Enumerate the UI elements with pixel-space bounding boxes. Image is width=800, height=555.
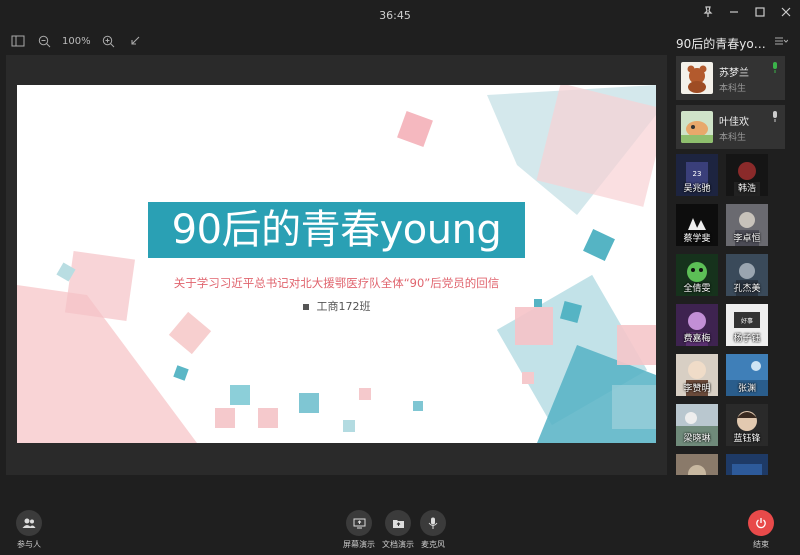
shrink-icon[interactable] [127, 33, 143, 49]
close-icon[interactable] [778, 4, 794, 20]
document-share-icon [385, 510, 411, 536]
slide-title: 90后的青春young [148, 202, 525, 258]
title-bar: 36:45 [0, 0, 800, 30]
bullet-square-icon [302, 304, 309, 310]
participant-name: 李卓恒 [733, 234, 761, 244]
participant-tile[interactable]: 全倩雯 [676, 254, 718, 296]
mic-icon [771, 111, 779, 126]
maximize-icon[interactable] [752, 4, 768, 20]
mic-active-icon [771, 62, 779, 77]
minimize-icon[interactable] [726, 4, 742, 20]
control-bar: 参与人 屏幕演示 文档演示 麦克风 结束 [0, 500, 800, 555]
participant-tile[interactable]: 好事 杨子钰 [726, 304, 768, 346]
screen-share-label: 屏幕演示 [343, 540, 375, 549]
participant-tile[interactable]: 李赞明 [676, 354, 718, 396]
presentation-stage: 90后的青春young 关于学习习近平总书记对北大援鄂医疗队全体“90”后党员的… [6, 55, 667, 475]
participant-grid: 23 吴兆驰 韩浩 蔡学斐 李卓恒 全倩雯 孔杰美 费嘉梅 好事杨子钰 李赞明 张… [676, 154, 800, 475]
screen-share-icon [346, 510, 372, 536]
participant-tile[interactable]: 蔡学斐 [676, 204, 718, 246]
speaker-name: 苏梦兰 [719, 68, 749, 79]
speaker-role: 本科生 [719, 84, 747, 94]
speaker-role: 本科生 [719, 133, 747, 143]
participant-tile[interactable]: 韩浩 [726, 154, 768, 196]
microphone-button[interactable]: 麦克风 [420, 510, 446, 550]
participants-button[interactable]: 参与人 [16, 510, 42, 550]
participant-tile[interactable]: 孔杰美 [726, 254, 768, 296]
zoom-out-icon[interactable] [36, 33, 52, 49]
speaker-name: 叶佳欢 [719, 117, 749, 128]
participant-tile[interactable]: 李卓恒 [726, 204, 768, 246]
participant-tile[interactable]: 蓝钰锋 [726, 404, 768, 446]
participant-name: 韩浩 [737, 184, 756, 194]
participant-name: 蔡学斐 [683, 234, 711, 244]
participant-name: 费嘉梅 [683, 334, 711, 344]
avatar [681, 111, 713, 143]
participant-tile[interactable] [726, 454, 768, 475]
microphone-icon [420, 510, 446, 536]
microphone-label: 麦克风 [421, 540, 445, 549]
participant-tile[interactable]: 费嘉梅 [676, 304, 718, 346]
slide-subtitle: 关于学习习近平总书记对北大援鄂医疗队全体“90”后党员的回信 [173, 276, 500, 290]
screen-share-button[interactable]: 屏幕演示 [343, 510, 375, 550]
svg-text:好事: 好事 [741, 317, 753, 325]
participant-tile[interactable]: 张渊 [726, 354, 768, 396]
participants-label: 参与人 [17, 540, 41, 549]
avatar [681, 62, 713, 94]
svg-text:23: 23 [693, 170, 702, 178]
participant-name: 杨子钰 [733, 334, 761, 344]
pin-icon[interactable] [700, 4, 716, 20]
participant-name: 李赞明 [683, 384, 711, 394]
meeting-window: 36:45 100% 90后的青春young 关于学习习近平总书记对北大援鄂医疗… [0, 0, 800, 555]
list-menu-icon[interactable] [774, 35, 789, 49]
sidebar-toggle-icon[interactable] [10, 33, 26, 49]
participant-sidebar: 90后的青春young 苏梦兰 本科生 叶佳欢 本科生 23 吴兆驰 韩浩 蔡学… [670, 28, 800, 475]
participant-name: 蓝钰锋 [733, 434, 761, 444]
participant-tile[interactable]: 23 吴兆驰 [676, 154, 718, 196]
participant-name: 全倩雯 [683, 284, 711, 294]
participant-name: 吴兆驰 [683, 184, 711, 194]
doc-share-label: 文档演示 [382, 540, 414, 549]
window-controls [700, 4, 794, 20]
participant-name: 梁晓琳 [683, 434, 711, 444]
slide-toolbar: 100% [10, 32, 143, 50]
slide-class-label: 工商172班 [17, 298, 656, 314]
meeting-timer: 36:45 [379, 9, 411, 22]
participant-name: 张渊 [737, 384, 756, 394]
participant-tile[interactable] [676, 454, 718, 475]
end-meeting-label: 结束 [753, 540, 769, 549]
speaker-card[interactable]: 叶佳欢 本科生 [676, 105, 785, 149]
participant-name: 孔杰美 [733, 284, 761, 294]
slide: 90后的青春young 关于学习习近平总书记对北大援鄂医疗队全体“90”后党员的… [17, 85, 656, 443]
participants-icon [16, 510, 42, 536]
doc-share-button[interactable]: 文档演示 [382, 510, 414, 550]
end-meeting-button[interactable]: 结束 [748, 510, 774, 550]
class-name-text: 工商172班 [316, 300, 371, 313]
zoom-in-icon[interactable] [101, 33, 117, 49]
speaker-card[interactable]: 苏梦兰 本科生 [676, 56, 785, 100]
slide-decoration [17, 85, 656, 443]
room-title: 90后的青春young [676, 37, 772, 51]
participant-tile[interactable]: 梁晓琳 [676, 404, 718, 446]
zoom-level: 100% [62, 35, 91, 47]
power-icon [748, 510, 774, 536]
